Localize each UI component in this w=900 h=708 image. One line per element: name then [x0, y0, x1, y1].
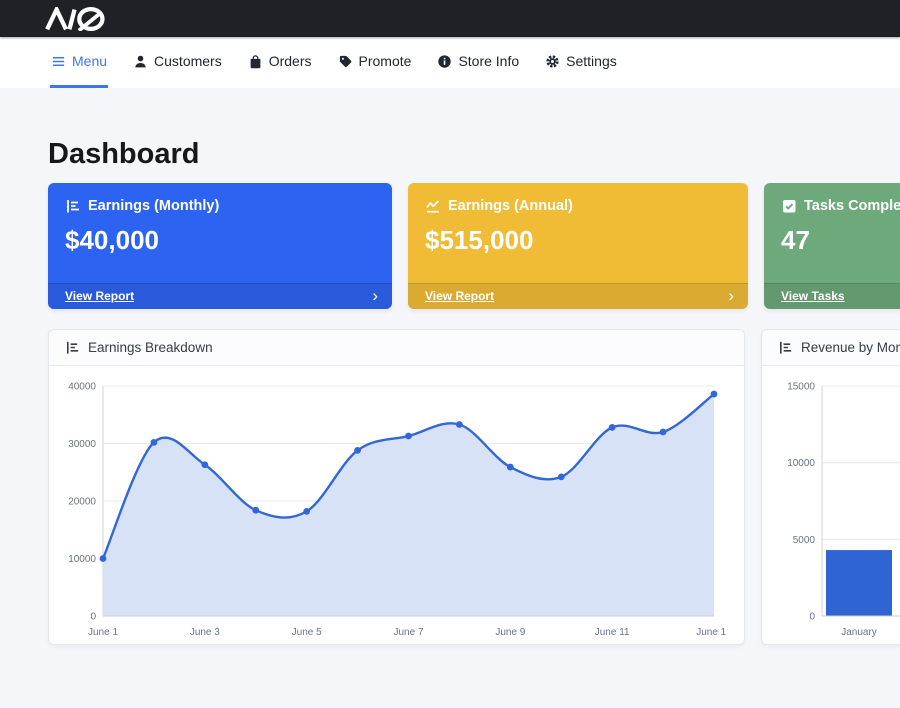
card-link-label: View Report: [425, 289, 494, 303]
card-header: Tasks Completed: [764, 183, 900, 214]
svg-text:40000: 40000: [68, 382, 96, 393]
nav-item-label: Menu: [72, 53, 107, 69]
svg-text:June 13: June 13: [696, 627, 726, 638]
stat-card-earnings-annual: Earnings (Annual) $515,000 View Report ›: [408, 183, 748, 309]
card-header: Earnings (Monthly): [48, 183, 392, 214]
card-title: Earnings (Annual): [448, 198, 573, 214]
panel-title: Revenue by Month: [801, 340, 900, 355]
user-icon: [133, 54, 148, 69]
svg-text:June 11: June 11: [595, 627, 630, 638]
svg-text:June 7: June 7: [393, 627, 423, 638]
svg-text:5000: 5000: [793, 535, 816, 546]
panel-header: Revenue by Month: [762, 330, 900, 366]
horizontal-bar-chart-icon: [65, 198, 81, 214]
panel-title: Earnings Breakdown: [88, 340, 213, 355]
svg-text:June 5: June 5: [292, 627, 322, 638]
nav-item-label: Promote: [359, 53, 412, 69]
svg-text:20000: 20000: [68, 497, 96, 508]
svg-text:0: 0: [90, 612, 96, 623]
view-report-link[interactable]: View Report ›: [408, 283, 748, 309]
main-content: Dashboard Earnings (Monthly) $40,000 Vie…: [0, 88, 900, 645]
svg-text:0: 0: [809, 612, 815, 623]
nav-item-label: Store Info: [458, 53, 519, 69]
bar-chart-icon: [778, 340, 793, 355]
nav-item-menu[interactable]: Menu: [50, 37, 108, 88]
svg-text:30000: 30000: [68, 439, 96, 450]
svg-text:10000: 10000: [68, 554, 96, 565]
chevron-right-icon: ›: [728, 289, 734, 303]
nav-item-promote[interactable]: Promote: [337, 37, 413, 88]
nav-item-label: Customers: [154, 53, 222, 69]
stat-card-tasks-completed: Tasks Completed 47 View Tasks ›: [764, 183, 900, 309]
tag-icon: [338, 54, 353, 69]
panel-body: 0 10000 20000 30000 40000 June 1 June 3 June 5 J…: [49, 366, 744, 645]
panel-body: 0 5000 10000 15000 January: [762, 366, 900, 645]
info-icon: [437, 54, 452, 69]
view-report-link[interactable]: View Report ›: [48, 283, 392, 309]
revenue-by-month-panel: Revenue by Month 0 5000 10000 15000 January: [761, 329, 900, 645]
page-title: Dashboard: [48, 138, 900, 171]
nav-item-store-info[interactable]: Store Info: [436, 37, 520, 88]
panel-header: Earnings Breakdown: [49, 330, 744, 366]
check-square-icon: [781, 198, 797, 214]
nav-item-orders[interactable]: Orders: [247, 37, 313, 88]
earnings-breakdown-panel: Earnings Breakdown 0 10000 20000 30000 40000…: [48, 329, 745, 645]
revenue-by-month-chart[interactable]: 0 5000 10000 15000 January: [774, 374, 900, 642]
aq-logo-icon: [40, 7, 128, 31]
view-tasks-link[interactable]: View Tasks ›: [764, 283, 900, 309]
svg-text:June 9: June 9: [495, 627, 525, 638]
nav-item-label: Settings: [566, 53, 617, 69]
nav-item-settings[interactable]: Settings: [544, 37, 618, 88]
bag-icon: [248, 54, 263, 69]
card-value: $40,000: [48, 214, 392, 256]
card-value: $515,000: [408, 214, 748, 256]
svg-text:15000: 15000: [787, 382, 815, 393]
svg-text:10000: 10000: [787, 458, 815, 469]
card-value: 47: [764, 214, 900, 256]
chevron-right-icon: ›: [372, 289, 378, 303]
brand-logo[interactable]: [40, 7, 128, 31]
card-header: Earnings (Annual): [408, 183, 748, 214]
main-nav: Menu Customers Orders Promote Store Info…: [0, 37, 900, 88]
stat-cards-row: Earnings (Monthly) $40,000 View Report ›…: [48, 183, 900, 309]
top-app-bar: [0, 0, 900, 37]
card-title: Tasks Completed: [804, 198, 900, 214]
svg-text:January: January: [841, 627, 877, 638]
svg-text:June 1: June 1: [88, 627, 118, 638]
gear-icon: [545, 54, 560, 69]
nav-item-label: Orders: [269, 53, 312, 69]
nav-item-customers[interactable]: Customers: [132, 37, 223, 88]
bar-chart-icon: [65, 340, 80, 355]
svg-text:June 3: June 3: [190, 627, 220, 638]
line-chart-icon: [425, 198, 441, 214]
card-link-label: View Report: [65, 289, 134, 303]
menu-icon: [51, 54, 66, 69]
card-title: Earnings (Monthly): [88, 198, 219, 214]
chart-panels-row: Earnings Breakdown 0 10000 20000 30000 40000…: [48, 329, 900, 645]
stat-card-earnings-monthly: Earnings (Monthly) $40,000 View Report ›: [48, 183, 392, 309]
card-link-label: View Tasks: [781, 289, 845, 303]
earnings-breakdown-chart[interactable]: 0 10000 20000 30000 40000 June 1 June 3 June 5 J…: [61, 374, 726, 642]
